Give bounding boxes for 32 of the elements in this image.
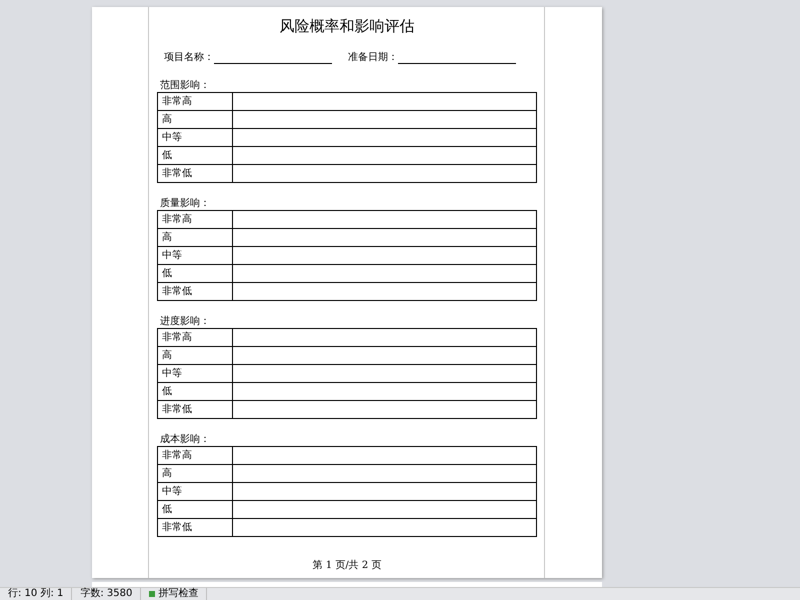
table-cell: 非常低 xyxy=(158,164,232,182)
table-cell: 高 xyxy=(158,110,232,128)
table-cell: 非常高 xyxy=(158,92,232,110)
field-label: 准备日期： xyxy=(348,50,398,64)
table-cell: 低 xyxy=(158,382,232,400)
page-footer: 第 1 页/共 2 页 xyxy=(157,558,537,572)
section-heading: 范围影响： xyxy=(159,78,211,92)
table-cell: 非常低 xyxy=(158,400,232,418)
table-cell: 中等 xyxy=(158,482,232,500)
table-cell: 低 xyxy=(158,500,232,518)
table-cell: 非常高 xyxy=(158,210,232,228)
table-cell: 低 xyxy=(158,264,232,282)
section-heading: 进度影响： xyxy=(159,314,211,328)
status-text[interactable]: 行: 10 列: 1 xyxy=(8,588,64,600)
table-cell: 非常低 xyxy=(158,282,232,300)
table-cell: 非常高 xyxy=(158,446,232,464)
table-cell: 非常高 xyxy=(158,328,232,346)
table-cell: 高 xyxy=(158,346,232,364)
table-cell: 中等 xyxy=(158,364,232,382)
table-cell: 非常低 xyxy=(158,518,232,536)
table-cell: 中等 xyxy=(158,128,232,146)
section-heading: 成本影响： xyxy=(159,432,211,446)
spell-check-icon xyxy=(149,591,156,597)
table-cell: 高 xyxy=(158,464,232,482)
section-heading: 质量影响： xyxy=(159,196,211,210)
table-cell: 高 xyxy=(158,228,232,246)
document-title: 风险概率和影响评估 xyxy=(278,17,416,36)
field-label: 项目名称： xyxy=(164,51,214,64)
table-cell: 低 xyxy=(158,146,232,164)
status-text[interactable]: 拼写检查 xyxy=(158,588,198,600)
status-text[interactable]: 字数: 3580 xyxy=(80,588,132,600)
table-cell: 中等 xyxy=(158,246,232,264)
